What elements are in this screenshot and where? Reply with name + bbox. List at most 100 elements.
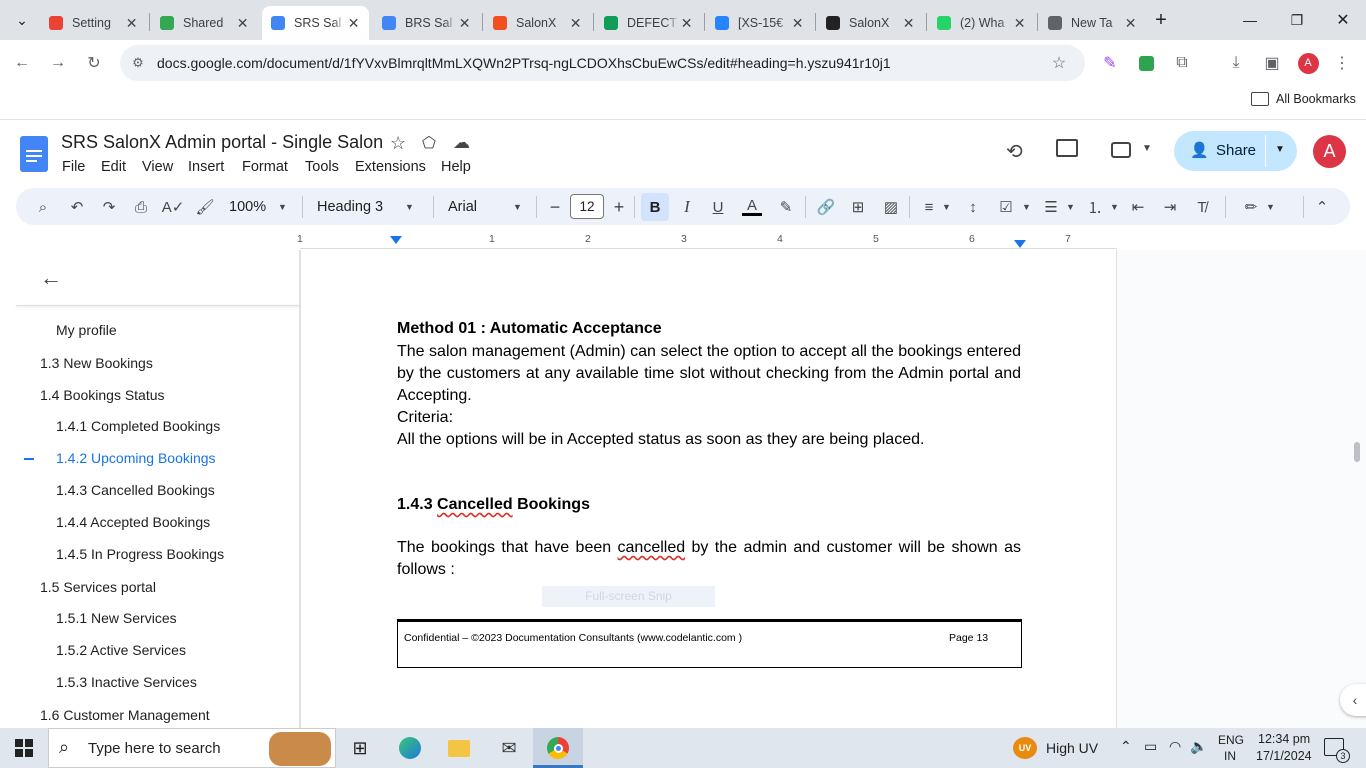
menu-help[interactable]: Help bbox=[441, 159, 471, 175]
browser-tab[interactable]: Setting ✕ bbox=[40, 6, 147, 40]
outline-item[interactable]: 1.5.1 New Services bbox=[56, 610, 177, 626]
bold-button[interactable]: B bbox=[641, 193, 669, 221]
paragraph-line[interactable]: follows : bbox=[397, 559, 1021, 581]
numbered-list-icon[interactable]: ⒈ bbox=[1084, 196, 1106, 218]
menu-tools[interactable]: Tools bbox=[305, 159, 339, 175]
star-icon[interactable]: ☆ bbox=[390, 133, 406, 154]
browser-tab[interactable]: SRS Sal ✕ bbox=[262, 6, 369, 40]
font-dropdown-icon[interactable]: ▼ bbox=[513, 196, 522, 218]
outline-item[interactable]: 1.4.5 In Progress Bookings bbox=[56, 546, 224, 562]
outline-item[interactable]: 1.4.1 Completed Bookings bbox=[56, 418, 220, 434]
extensions-puzzle-icon[interactable]: ⧉ bbox=[1170, 51, 1194, 75]
add-comment-icon[interactable]: ⊞ bbox=[847, 196, 869, 218]
mail-icon[interactable]: ✉ bbox=[497, 736, 521, 760]
decrease-indent-icon[interactable]: ⇤ bbox=[1127, 196, 1149, 218]
section-heading[interactable]: 1.4.3 Cancelled Bookings bbox=[397, 496, 590, 514]
meet-icon[interactable] bbox=[1111, 142, 1131, 158]
tab-search-icon[interactable]: ⌄ bbox=[10, 8, 34, 32]
insert-link-icon[interactable]: 🔗 bbox=[815, 196, 837, 218]
menu-edit[interactable]: Edit bbox=[101, 159, 126, 175]
chrome-icon[interactable] bbox=[546, 736, 570, 760]
download-icon[interactable]: ⤓ bbox=[1224, 51, 1248, 75]
extension-pen-icon[interactable]: ✎ bbox=[1098, 51, 1122, 75]
hide-menus-icon[interactable]: ⌃ bbox=[1311, 196, 1333, 218]
meet-dropdown-icon[interactable]: ▼ bbox=[1142, 143, 1152, 154]
battery-icon[interactable]: ▭ bbox=[1144, 738, 1157, 755]
outline-item[interactable]: 1.4.3 Cancelled Bookings bbox=[56, 482, 215, 498]
close-window-button[interactable]: ✕ bbox=[1331, 8, 1355, 32]
outline-item[interactable]: 1.5.2 Active Services bbox=[56, 642, 186, 658]
language-region[interactable]: IN bbox=[1224, 749, 1236, 763]
clock-time[interactable]: 12:34 pm bbox=[1258, 732, 1310, 746]
outline-item[interactable]: 1.3 New Bookings bbox=[40, 355, 153, 371]
font-select[interactable]: Arial bbox=[448, 196, 477, 218]
version-history-icon[interactable]: ⟲ bbox=[1006, 139, 1023, 164]
outline-item[interactable]: 1.5 Services portal bbox=[40, 579, 156, 595]
misspelled-word[interactable]: Cancelled bbox=[437, 496, 513, 513]
search-menus-icon[interactable]: ⌕ bbox=[32, 196, 54, 218]
document-title[interactable]: SRS SalonX Admin portal - Single Salon bbox=[61, 132, 383, 153]
style-dropdown-icon[interactable]: ▼ bbox=[405, 196, 414, 218]
outline-item[interactable]: 1.4.4 Accepted Bookings bbox=[56, 514, 210, 530]
extension-green-icon[interactable] bbox=[1134, 51, 1158, 75]
scrollbar-thumb[interactable] bbox=[1354, 442, 1360, 462]
paragraph-line[interactable]: Accepting. bbox=[397, 385, 1021, 407]
browser-tab[interactable]: (2) Wha ✕ bbox=[928, 6, 1035, 40]
menu-format[interactable]: Format bbox=[242, 159, 288, 175]
restore-button[interactable]: ❐ bbox=[1285, 8, 1309, 32]
browser-tab[interactable]: New Ta ✕ bbox=[1039, 6, 1146, 40]
insert-image-icon[interactable]: ▨ bbox=[880, 196, 902, 218]
italic-button[interactable]: I bbox=[677, 196, 697, 218]
increase-indent-icon[interactable]: ⇥ bbox=[1159, 196, 1181, 218]
numbered-dropdown-icon[interactable]: ▼ bbox=[1110, 196, 1119, 218]
paragraph-line[interactable]: by the customers at any available time s… bbox=[397, 363, 1021, 385]
profile-avatar[interactable]: A bbox=[1296, 51, 1320, 75]
close-tab-icon[interactable]: ✕ bbox=[457, 15, 472, 32]
paragraph-line[interactable]: The bookings that have been cancelled by… bbox=[397, 537, 1021, 559]
file-explorer-icon[interactable] bbox=[447, 736, 471, 760]
url-text[interactable]: docs.google.com/document/d/1fYVxvBlmrqlt… bbox=[157, 55, 891, 71]
menu-extensions[interactable]: Extensions bbox=[355, 159, 426, 175]
task-view-icon[interactable]: ⊞ bbox=[348, 736, 372, 760]
comments-icon[interactable] bbox=[1056, 139, 1078, 157]
show-hidden-icons[interactable]: ⌃ bbox=[1120, 738, 1132, 755]
method-heading[interactable]: Method 01 : Automatic Acceptance bbox=[397, 320, 662, 338]
increase-font-size-icon[interactable]: + bbox=[610, 196, 628, 218]
close-outline-icon[interactable]: ← bbox=[40, 265, 62, 291]
undo-icon[interactable]: ↶ bbox=[66, 196, 88, 218]
bookmark-star-icon[interactable]: ☆ bbox=[1047, 51, 1071, 75]
menu-insert[interactable]: Insert bbox=[188, 159, 224, 175]
checklist-dropdown-icon[interactable]: ▼ bbox=[1022, 196, 1031, 218]
weather-text[interactable]: High UV bbox=[1046, 740, 1098, 756]
bulleted-list-icon[interactable]: ☰ bbox=[1040, 196, 1062, 218]
underline-button[interactable]: U bbox=[708, 196, 728, 218]
close-tab-icon[interactable]: ✕ bbox=[346, 15, 361, 32]
outline-item[interactable]: 1.5.3 Inactive Services bbox=[56, 674, 197, 690]
cloud-status-icon[interactable]: ☁ bbox=[453, 133, 470, 153]
browser-tab[interactable]: SalonX ✕ bbox=[484, 6, 591, 40]
browser-tab[interactable]: BRS Sal ✕ bbox=[373, 6, 480, 40]
text-color-button[interactable]: A bbox=[740, 196, 764, 218]
browser-tab[interactable]: DEFECT ✕ bbox=[595, 6, 702, 40]
close-tab-icon[interactable]: ✕ bbox=[901, 15, 916, 32]
outline-item[interactable]: 1.6 Customer Management bbox=[40, 707, 210, 723]
zoom-select[interactable]: 100% bbox=[229, 196, 266, 218]
browser-tab[interactable]: SalonX ✕ bbox=[817, 6, 924, 40]
share-button[interactable]: 👤 Share ▼ bbox=[1174, 131, 1297, 171]
taskbar-search[interactable]: ⌕ Type here to search bbox=[48, 728, 336, 768]
criteria-text[interactable]: All the options will be in Accepted stat… bbox=[397, 429, 1021, 451]
close-tab-icon[interactable]: ✕ bbox=[568, 15, 583, 32]
editing-mode-dropdown-icon[interactable]: ▼ bbox=[1266, 196, 1275, 218]
new-tab-button[interactable]: + bbox=[1149, 8, 1173, 32]
side-panel-toggle-icon[interactable]: ‹ bbox=[1340, 684, 1366, 716]
left-indent-marker[interactable] bbox=[390, 236, 402, 244]
move-icon[interactable]: ⬠ bbox=[422, 133, 436, 153]
account-avatar[interactable]: A bbox=[1313, 135, 1346, 168]
style-select[interactable]: Heading 3 bbox=[317, 196, 383, 218]
zoom-dropdown-icon[interactable]: ▼ bbox=[278, 196, 287, 218]
paragraph-line[interactable]: The salon management (Admin) can select … bbox=[397, 341, 1021, 363]
browser-tab[interactable]: Shared ✕ bbox=[151, 6, 258, 40]
close-tab-icon[interactable]: ✕ bbox=[235, 15, 250, 32]
windows-start-icon[interactable] bbox=[12, 736, 36, 760]
side-panel-icon[interactable]: ▣ bbox=[1260, 51, 1284, 75]
